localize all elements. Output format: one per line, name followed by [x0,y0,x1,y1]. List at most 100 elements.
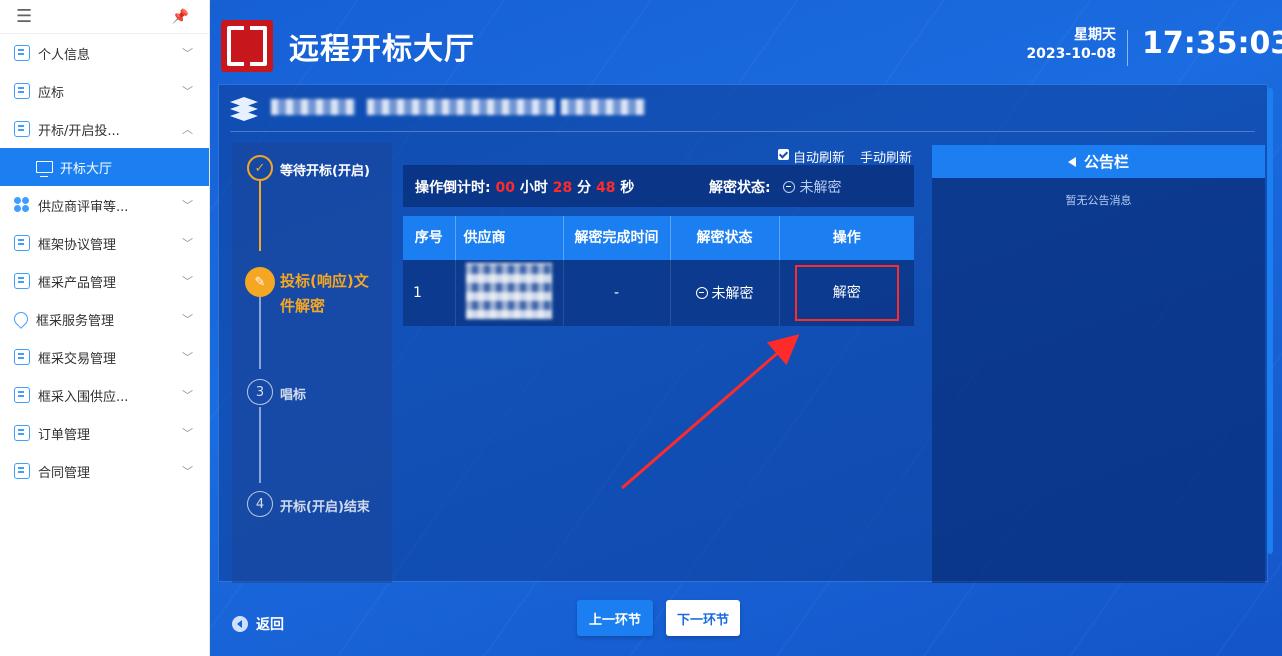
sidebar-item-label: 框架协议管理 [38,237,117,253]
clock-divider [1127,30,1128,66]
table-row: 1 - 未解密 解密 [403,260,914,326]
previous-step-button[interactable]: 上一环节 [577,600,653,636]
countdown-minutes: 28 [552,180,573,196]
project-suffix-redacted [561,99,645,115]
decrypt-status-value-wrap: 未解密 [783,180,841,196]
back-link[interactable]: 返回 [232,614,284,634]
page-title: 远程开标大厅 [289,32,475,67]
sidebar-item-label: 框采服务管理 [36,313,115,329]
sidebar-item-label: 供应商评审等... [38,199,129,215]
monitor-icon [36,161,53,177]
minus-circle-icon [783,181,796,193]
divider [230,131,1255,132]
manual-refresh-link[interactable]: 手动刷新 [860,147,912,166]
sidebar-top-bar: ☰ 📌 [0,0,209,34]
supplier-decrypt-table: 序号 供应商 解密完成时间 解密状态 操作 1 - 未解密 解密 [403,216,914,326]
panel-scrollbar[interactable] [1267,88,1273,554]
column-header: 解密状态 [670,216,780,260]
date-text: 2023-10-08 [1026,46,1116,62]
table-header-row: 序号 供应商 解密完成时间 解密状态 操作 [403,216,914,260]
auto-refresh-label[interactable]: 自动刷新 [793,147,845,166]
sidebar-item-framework-trade[interactable]: 框采交易管理 ﹀ [0,338,209,376]
chevron-down-icon: ﹀ [182,351,193,364]
sidebar-item-framework-suppliers[interactable]: 框采入围供应... ﹀ [0,376,209,414]
pin-icon[interactable]: 📌 [172,9,189,25]
chevron-down-icon: ﹀ [182,199,193,212]
status-text: 未解密 [711,286,754,302]
notice-board: 公告栏 暂无公告消息 [932,145,1265,583]
hamburger-menu-icon[interactable]: ☰ [16,6,32,27]
supplier-name-redacted [455,260,564,326]
document-icon [14,83,30,99]
document-icon [14,463,30,479]
sidebar-item-framework-products[interactable]: 框采产品管理 ﹀ [0,262,209,300]
sidebar-item-supplier-review[interactable]: 供应商评审等... ﹀ [0,186,209,224]
row-index: 1 [403,260,456,326]
column-header: 序号 [403,216,456,260]
layers-icon [230,97,258,121]
action-cell: 解密 [779,260,914,326]
sidebar-item-orders[interactable]: 订单管理 ﹀ [0,414,209,452]
sidebar-subitem-opening-hall[interactable]: 开标大厅 [0,148,209,186]
chevron-down-icon: ﹀ [182,47,193,60]
column-header: 供应商 [455,216,564,260]
step-connector [259,407,261,483]
sidebar-item-label: 个人信息 [38,47,91,63]
chevron-down-icon: ﹀ [182,237,193,250]
document-icon [14,121,30,137]
sidebar-item-personal-info[interactable]: 个人信息 ﹀ [0,34,209,72]
step-label-waiting: 等待开标(开启) [280,164,370,179]
countdown-label: 操作倒计时: [415,180,491,196]
sidebar-item-contracts[interactable]: 合同管理 ﹀ [0,452,209,490]
complete-time: - [563,260,671,326]
sidebar-item-label: 合同管理 [38,465,91,481]
sidebar-item-label: 框采入围供应... [38,389,129,405]
column-header: 操作 [779,216,914,260]
step-connector [259,295,261,369]
logo-icon [221,20,273,72]
minus-circle-icon [695,287,708,299]
countdown-seconds: 48 [595,180,616,196]
speaker-icon [1067,156,1078,167]
sidebar-item-bid-opening[interactable]: 开标/开启投... ︿ [0,110,209,148]
step-connector [259,181,261,251]
countdown-hours: 00 [495,180,515,196]
project-name-redacted [367,99,555,115]
sidebar-item-framework-agreement[interactable]: 框架协议管理 ﹀ [0,224,209,262]
auto-refresh-checkbox[interactable] [778,149,789,160]
heart-icon [11,309,31,329]
decrypt-status-label: 解密状态: [709,180,771,196]
notice-title: 公告栏 [1083,153,1129,171]
seconds-unit: 秒 [620,180,635,196]
sidebar-item-label: 应标 [38,85,65,101]
document-icon [14,273,30,289]
sidebar-item-label: 框采产品管理 [38,275,117,291]
project-code-redacted [271,99,355,115]
chevron-down-icon: ﹀ [182,465,193,478]
document-icon [14,425,30,441]
back-label: 返回 [256,617,284,633]
notice-empty-text: 暂无公告消息 [1065,194,1132,207]
status-cell: 未解密 [670,260,780,326]
chevron-down-icon: ﹀ [182,427,193,440]
sidebar-item-label: 订单管理 [38,427,91,443]
decrypt-button[interactable]: 解密 [794,265,899,321]
document-icon [14,387,30,403]
edit-pencil-icon: ✎ [245,267,275,297]
user-card-icon [14,45,30,61]
notice-header: 公告栏 [932,145,1265,178]
next-step-button[interactable]: 下一环节 [666,600,740,636]
clock-time: 17:35:03 [1142,26,1282,61]
chevron-down-icon: ﹀ [182,85,193,98]
sidebar-item-label: 框采交易管理 [38,351,117,367]
chevron-down-icon: ﹀ [182,275,193,288]
sidebar-item-framework-services[interactable]: 框采服务管理 ﹀ [0,300,209,338]
decrypt-status-summary: 解密状态: 未解密 [709,177,841,197]
step-label-finished: 开标(开启)结束 [280,500,370,515]
countdown-text: 操作倒计时: 00 小时 28 分 48 秒 [415,177,634,197]
opening-panel: ✓ 等待开标(开启) ✎ 投标(响应)文件解密 3 唱标 4 开标(开启)结束 … [218,84,1268,583]
countdown-bar: 操作倒计时: 00 小时 28 分 48 秒 解密状态: 未解密 [403,165,914,207]
sidebar-item-bid-response[interactable]: 应标 ﹀ [0,72,209,110]
step-label-decrypt: 投标(响应)文件解密 [280,272,369,315]
weekday-text: 星期天 [1074,27,1116,43]
